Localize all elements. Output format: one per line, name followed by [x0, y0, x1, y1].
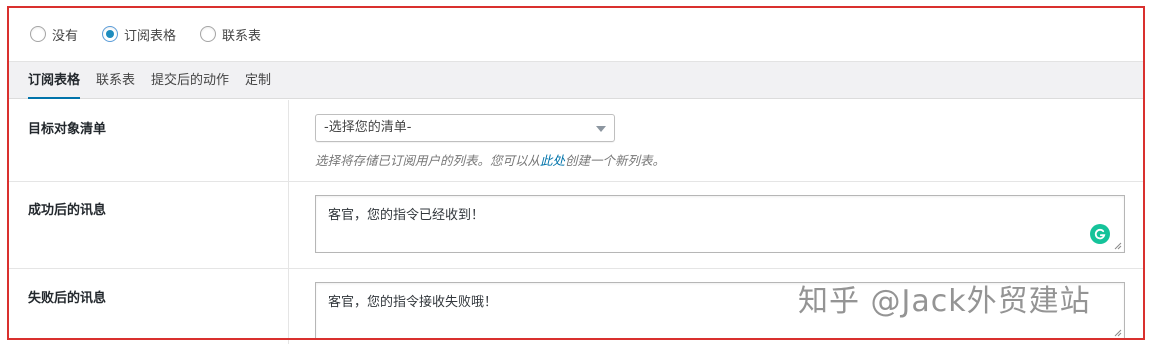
tab-after-submit-action[interactable]: 提交后的动作: [151, 62, 229, 99]
radio-option-subscription[interactable]: 订阅表格: [102, 25, 176, 44]
grammarly-icon[interactable]: [1090, 224, 1110, 244]
radio-label-contact: 联系表: [222, 28, 262, 44]
success-message-label-cell: 成功后的讯息: [9, 182, 289, 268]
target-list-row: 目标对象清单 -选择您的清单- 选择将存储已订阅用户的列表。您可以从此处创建一个…: [9, 100, 1143, 182]
target-list-label: 目标对象清单: [28, 122, 107, 137]
chevron-down-icon: [596, 126, 606, 132]
target-list-label-cell: 目标对象清单: [9, 100, 289, 181]
failure-message-label-cell: 失败后的讯息: [9, 269, 289, 344]
target-list-hint-text-before: 选择将存储已订阅用户的列表。您可以从: [315, 153, 541, 168]
zhihu-watermark: 知乎 @Jack外贸建站: [798, 284, 1091, 319]
radio-button-none[interactable]: [30, 26, 46, 42]
success-message-label: 成功后的讯息: [28, 203, 107, 218]
target-list-hint: 选择将存储已订阅用户的列表。您可以从此处创建一个新列表。: [315, 150, 665, 169]
success-message-textarea[interactable]: 客官，您的指令已经收到！: [315, 195, 1125, 253]
radio-option-contact[interactable]: 联系表: [200, 25, 261, 44]
resize-handle-icon[interactable]: [1114, 242, 1122, 250]
tab-contact-form[interactable]: 联系表: [96, 62, 135, 99]
resize-handle-icon[interactable]: [1114, 329, 1122, 337]
failure-message-text: 客官，您的指令接收失败哦！: [328, 295, 498, 310]
settings-tab-bar: 订阅表格 联系表 提交后的动作 定制: [9, 61, 1143, 99]
radio-option-none[interactable]: 没有: [30, 25, 78, 44]
create-list-link[interactable]: 此处: [540, 153, 565, 168]
radio-label-none: 没有: [52, 28, 79, 44]
tab-subscription-form[interactable]: 订阅表格: [28, 62, 81, 99]
radio-button-contact[interactable]: [200, 26, 217, 42]
target-list-hint-text-after: 创建一个新列表。: [565, 153, 666, 168]
success-message-text: 客官，您的指令已经收到！: [328, 208, 485, 223]
success-message-row: 成功后的讯息 客官，您的指令已经收到！: [9, 182, 1143, 269]
tab-customize[interactable]: 定制: [245, 62, 271, 99]
target-list-select[interactable]: -选择您的清单-: [315, 114, 615, 142]
target-list-select-value: -选择您的清单-: [324, 120, 412, 135]
radio-button-subscription[interactable]: [102, 26, 119, 42]
failure-message-label: 失败后的讯息: [28, 291, 107, 306]
radio-label-subscription: 订阅表格: [124, 28, 177, 44]
form-type-radio-group: 没有 订阅表格 联系表: [30, 22, 261, 46]
